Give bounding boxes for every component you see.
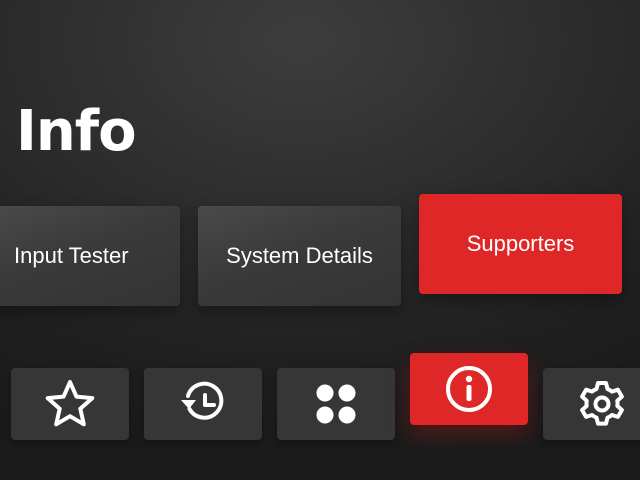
apps-grid-icon: [316, 384, 356, 424]
input-tester-label: Input Tester: [14, 243, 129, 268]
input-tester-card[interactable]: Input Tester: [0, 206, 180, 306]
nav-info-button[interactable]: [410, 353, 528, 425]
supporters-label: Supporters: [466, 231, 575, 256]
nav-settings-button[interactable]: [543, 368, 640, 440]
supporters-card[interactable]: Supporters: [419, 194, 622, 294]
star-icon: [45, 380, 95, 427]
gear-icon: [580, 381, 624, 426]
system-details-card[interactable]: System Details: [198, 206, 401, 306]
nav-favorites-button[interactable]: [11, 368, 129, 440]
info-icon: [446, 366, 492, 412]
page-title: Info: [16, 99, 137, 164]
system-details-label: System Details: [226, 243, 373, 268]
history-icon: [181, 381, 224, 420]
nav-history-button[interactable]: [144, 368, 262, 440]
nav-apps-button[interactable]: [277, 368, 395, 440]
